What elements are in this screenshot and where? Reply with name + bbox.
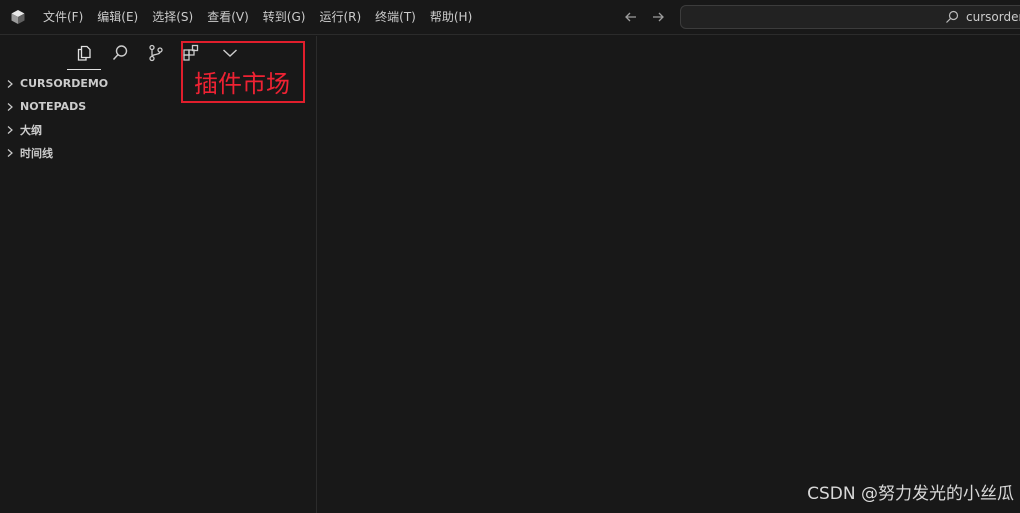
tab-explorer[interactable] [67,36,101,70]
files-icon [77,45,91,61]
menu-run[interactable]: 运行(R) [312,0,368,35]
search-icon [946,10,959,23]
chevron-right-icon [0,72,20,95]
back-arrow-icon[interactable] [623,9,639,25]
annotation-box: 插件市场 [181,41,305,103]
forward-arrow-icon[interactable] [650,9,666,25]
annotation-label: 插件市场 [194,70,290,98]
title-bar: 文件(F) 编辑(E) 选择(S) 查看(V) 转到(G) 运行(R) 终端(T… [0,0,1020,35]
menu-edit[interactable]: 编辑(E) [90,0,145,35]
editor-area[interactable] [318,36,1020,513]
menu-go[interactable]: 转到(G) [256,0,313,35]
section-outline[interactable]: 大纲 [0,118,317,141]
section-label: 大纲 [20,123,42,137]
menu-bar: 文件(F) 编辑(E) 选择(S) 查看(V) 转到(G) 运行(R) 终端(T… [36,0,479,35]
section-timeline[interactable]: 时间线 [0,141,317,164]
menu-help[interactable]: 帮助(H) [423,0,479,35]
section-label: NOTEPADS [20,100,87,113]
tab-source-control[interactable] [139,36,173,70]
section-label: 时间线 [20,146,53,160]
watermark: CSDN @努力发光的小丝瓜 [807,484,1014,504]
search-icon [112,45,128,61]
cursor-logo-icon [11,10,25,24]
menu-terminal[interactable]: 终端(T) [368,0,423,35]
menu-selection[interactable]: 选择(S) [145,0,200,35]
chevron-right-icon [0,141,20,164]
chevron-right-icon [0,118,20,141]
chevron-right-icon [0,95,20,118]
tab-search[interactable] [103,36,137,70]
menu-view[interactable]: 查看(V) [200,0,256,35]
menu-file[interactable]: 文件(F) [36,0,90,35]
search-text: cursordemo [966,10,1020,24]
sidebar: CURSORDEMO NOTEPADS 大纲 时间线 [0,36,317,513]
command-center-search[interactable]: cursordemo [680,5,1020,29]
source-control-icon [149,44,163,62]
section-label: CURSORDEMO [20,77,109,90]
